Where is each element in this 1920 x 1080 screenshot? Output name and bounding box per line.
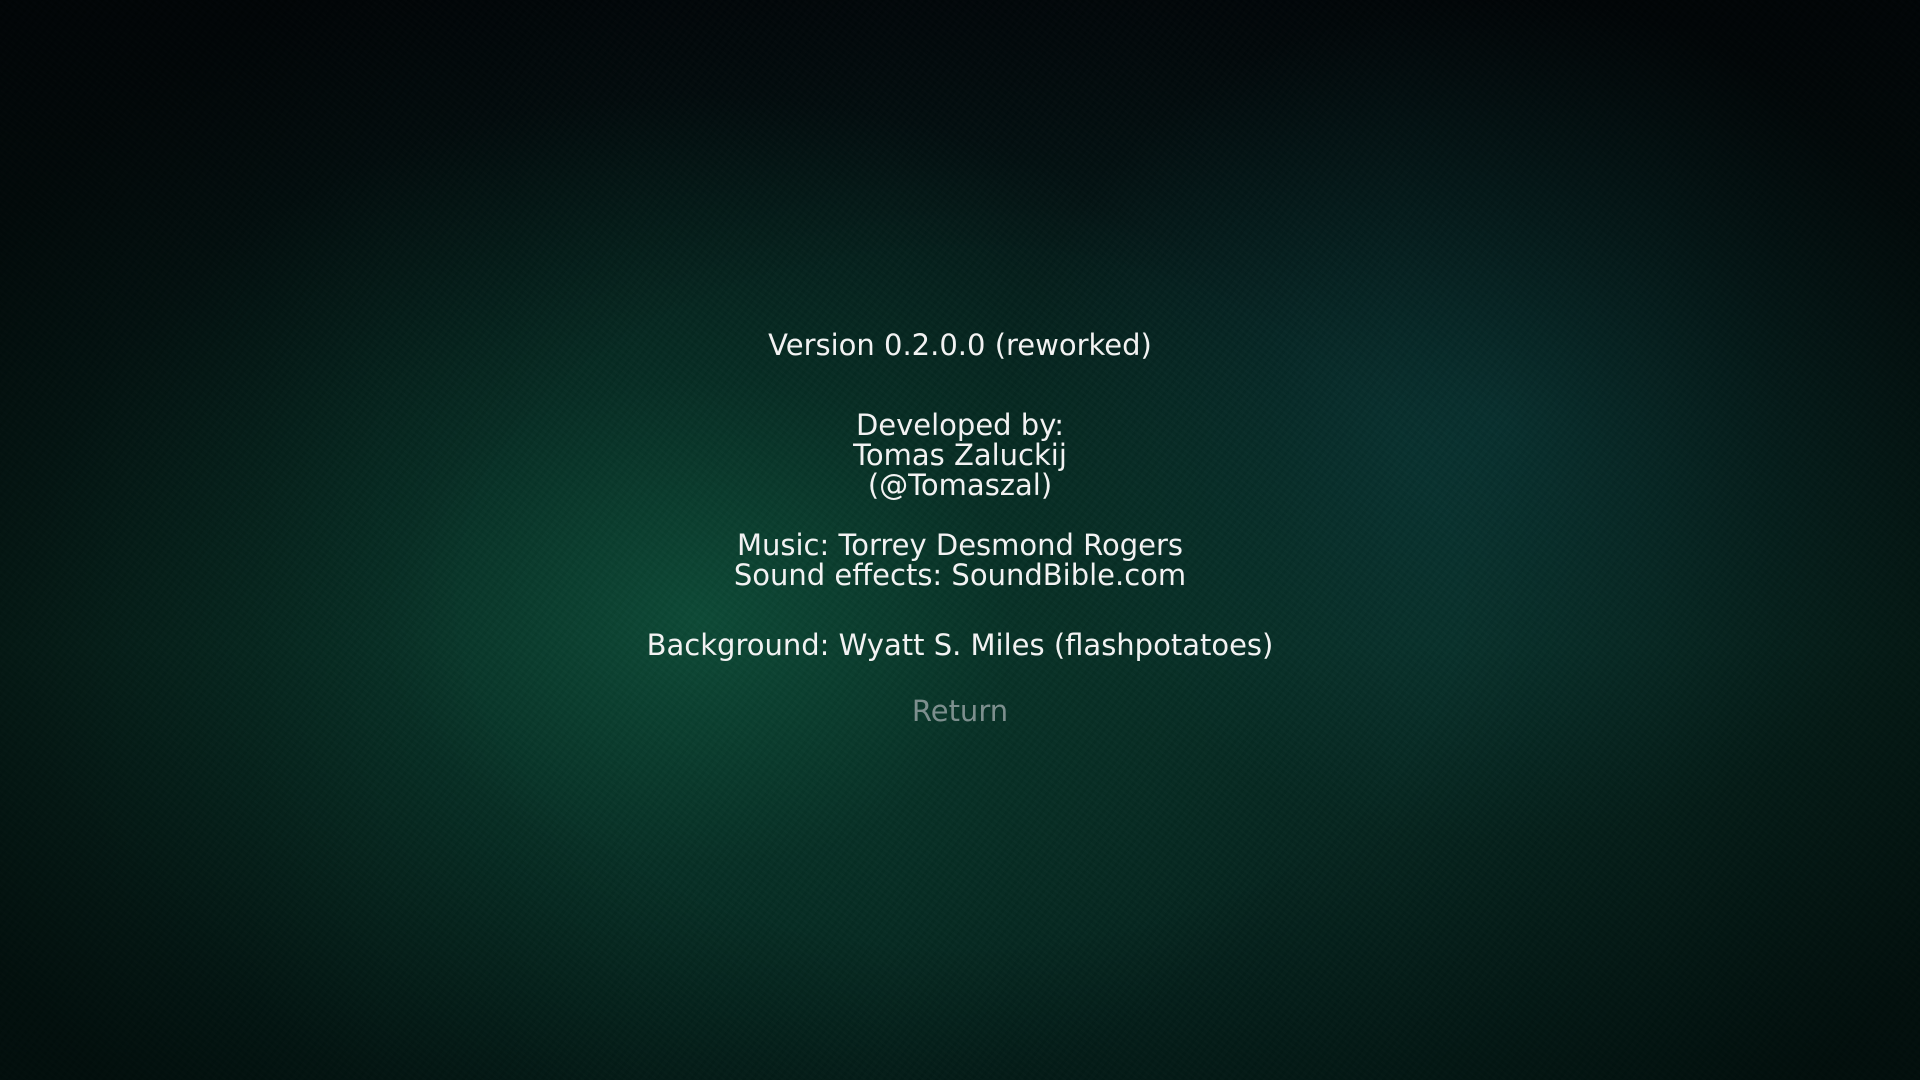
credits-panel: Version 0.2.0.0 (reworked) Developed by:… — [0, 330, 1920, 726]
music-credit: Music: Torrey Desmond Rogers — [736, 528, 1184, 562]
sound-effects-credit: Sound effects: SoundBible.com — [733, 558, 1187, 592]
return-button[interactable]: Return — [912, 696, 1008, 726]
developer-handle: (@Tomaszal) — [867, 468, 1053, 502]
developer-credits: Developed by: Tomas Zaluckij (@Tomaszal) — [0, 410, 1920, 500]
audio-credits: Music: Torrey Desmond Rogers Sound effec… — [0, 530, 1920, 590]
background-credit: Background: Wyatt S. Miles (flashpotatoe… — [646, 628, 1274, 662]
developer-name: Tomas Zaluckij — [853, 438, 1067, 472]
developed-by-label: Developed by: — [855, 408, 1065, 442]
version-text: Version 0.2.0.0 (reworked) — [768, 328, 1152, 362]
credits-screen: Version 0.2.0.0 (reworked) Developed by:… — [0, 0, 1920, 1080]
